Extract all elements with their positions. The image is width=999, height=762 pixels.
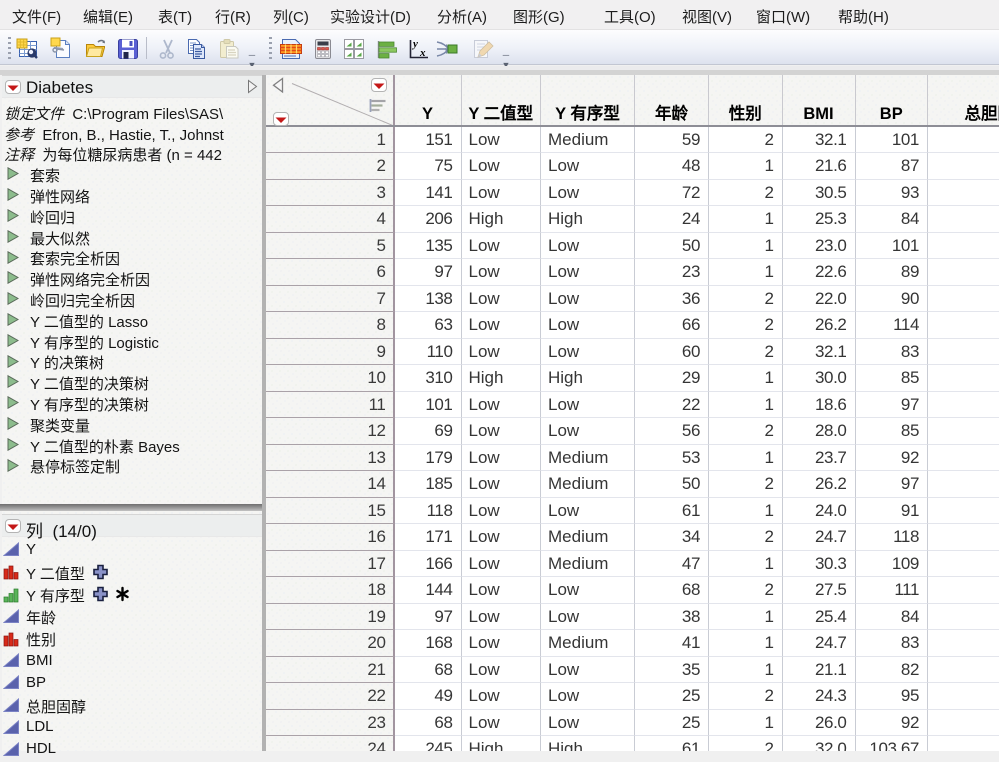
- svg-text:y: y: [411, 38, 418, 50]
- svg-text:x: x: [419, 47, 426, 59]
